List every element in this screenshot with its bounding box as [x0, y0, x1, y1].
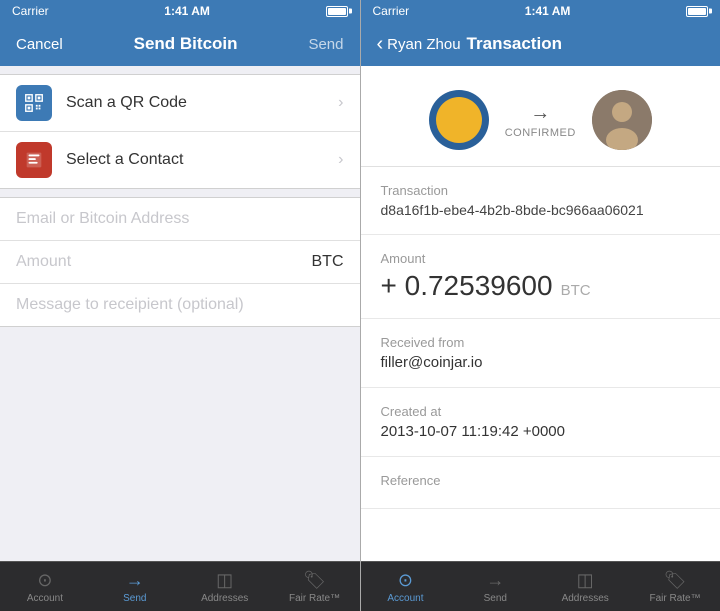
confirmed-arrow: → CONFIRMED	[505, 102, 576, 139]
right-battery-area	[686, 6, 708, 17]
received-from-label: Received from	[381, 335, 701, 350]
option-list: Scan a QR Code › Select a Contact ›	[0, 74, 360, 189]
left-nav-bar: Cancel Send Bitcoin Send	[0, 22, 360, 66]
send-tab-label: Send	[123, 593, 146, 604]
message-row	[0, 284, 360, 326]
account-tab-label: Account	[27, 593, 63, 604]
addresses-tab-label: Addresses	[201, 593, 248, 604]
battery-icon	[326, 6, 348, 17]
right-time-label: 1:41 AM	[525, 4, 571, 18]
amount-currency: BTC	[561, 282, 591, 299]
transaction-title: Transaction	[467, 34, 562, 54]
right-send-icon: →	[486, 570, 504, 591]
reference-label: Reference	[381, 473, 701, 488]
right-addresses-tab-label: Addresses	[562, 593, 609, 604]
transaction-body: → CONFIRMED Transaction d8a1	[361, 66, 720, 561]
carrier-label: Carrier	[12, 4, 49, 18]
tab-account[interactable]: ⊙ Account	[0, 566, 90, 608]
amount-row: BTC	[0, 241, 360, 284]
send-icon: →	[126, 570, 144, 591]
scan-qr-chevron: ›	[338, 94, 343, 112]
input-section: BTC	[0, 197, 360, 327]
created-at-label: Created at	[381, 404, 701, 419]
right-phone: Carrier 1:41 AM ‹ Ryan Zhou Transaction …	[361, 0, 720, 611]
back-label[interactable]: Ryan Zhou	[387, 36, 460, 53]
currency-label: BTC	[312, 253, 344, 271]
created-at-section: Created at 2013-10-07 11:19:42 +0000	[361, 388, 720, 457]
contact-icon	[23, 149, 45, 171]
tab-fair-rate[interactable]: 🏷 Fair Rate™	[270, 566, 360, 608]
tab-send[interactable]: → Send	[90, 566, 180, 608]
amount-label: Amount	[381, 251, 701, 266]
send-screen: Scan a QR Code › Select a Contact ›	[0, 66, 360, 611]
amount-value-row: + 0.72539600 BTC	[381, 270, 701, 302]
arrow-symbol: →	[530, 102, 550, 125]
right-account-tab-label: Account	[387, 593, 423, 604]
back-arrow-icon[interactable]: ‹	[377, 33, 384, 56]
amount-input[interactable]	[16, 253, 312, 271]
address-input[interactable]	[16, 210, 344, 228]
scan-qr-item[interactable]: Scan a QR Code ›	[0, 75, 360, 132]
battery-area	[326, 6, 348, 17]
qr-code-icon	[23, 92, 45, 114]
right-tab-addresses[interactable]: ◫ Addresses	[540, 566, 630, 608]
cancel-button[interactable]: Cancel	[16, 36, 63, 53]
transaction-nav-bar: ‹ Ryan Zhou Transaction	[361, 22, 720, 66]
person-avatar-svg	[592, 90, 652, 150]
right-status-bar: Carrier 1:41 AM	[361, 0, 720, 22]
transaction-screen: → CONFIRMED Transaction d8a1	[361, 66, 720, 611]
right-fair-rate-tab-label: Fair Rate™	[650, 593, 701, 604]
received-from-value: filler@coinjar.io	[381, 354, 701, 371]
select-contact-chevron: ›	[338, 151, 343, 169]
scan-qr-label: Scan a QR Code	[66, 94, 338, 112]
right-tab-send[interactable]: → Send	[450, 566, 540, 608]
left-tab-bar: ⊙ Account → Send ◫ Addresses 🏷 Fair Rate…	[0, 561, 360, 611]
empty-area	[0, 327, 360, 561]
transaction-id-value: d8a16f1b-ebe4-4b2b-8bde-bc966aa06021	[381, 202, 701, 218]
send-button[interactable]: Send	[308, 36, 343, 53]
reference-section: Reference	[361, 457, 720, 509]
sender-avatar	[429, 90, 489, 150]
confirmed-section: → CONFIRMED	[361, 66, 720, 167]
right-tab-fair-rate[interactable]: 🏷 Fair Rate™	[630, 566, 720, 608]
right-carrier-label: Carrier	[373, 4, 410, 18]
account-icon: ⊙	[37, 570, 52, 591]
transaction-id-label: Transaction	[381, 183, 701, 198]
right-fair-rate-icon: 🏷	[664, 570, 687, 591]
select-contact-item[interactable]: Select a Contact ›	[0, 132, 360, 188]
left-status-bar: Carrier 1:41 AM	[0, 0, 360, 22]
message-input[interactable]	[16, 296, 344, 314]
right-account-icon: ⊙	[398, 570, 413, 591]
right-tab-account[interactable]: ⊙ Account	[361, 566, 451, 608]
fair-rate-tab-label: Fair Rate™	[289, 593, 340, 604]
transaction-id-section: Transaction d8a16f1b-ebe4-4b2b-8bde-bc96…	[361, 167, 720, 235]
time-label: 1:41 AM	[164, 4, 210, 18]
qr-icon-container	[16, 85, 52, 121]
addresses-icon: ◫	[216, 570, 233, 591]
send-bitcoin-title: Send Bitcoin	[134, 34, 238, 54]
created-at-value: 2013-10-07 11:19:42 +0000	[381, 423, 701, 440]
amount-section: Amount + 0.72539600 BTC	[361, 235, 720, 319]
tab-addresses[interactable]: ◫ Addresses	[180, 566, 270, 608]
amount-value: + 0.72539600	[381, 270, 553, 302]
right-battery-icon	[686, 6, 708, 17]
receiver-avatar	[592, 90, 652, 150]
select-contact-label: Select a Contact	[66, 151, 338, 169]
confirmed-label: CONFIRMED	[505, 127, 576, 139]
contact-icon-container	[16, 142, 52, 178]
received-from-section: Received from filler@coinjar.io	[361, 319, 720, 388]
right-addresses-icon: ◫	[577, 570, 594, 591]
address-row	[0, 198, 360, 241]
right-send-tab-label: Send	[484, 593, 507, 604]
fair-rate-icon: 🏷	[303, 570, 326, 591]
left-phone: Carrier 1:41 AM Cancel Send Bitcoin Send	[0, 0, 360, 611]
right-tab-bar: ⊙ Account → Send ◫ Addresses 🏷 Fair Rate…	[361, 561, 720, 611]
